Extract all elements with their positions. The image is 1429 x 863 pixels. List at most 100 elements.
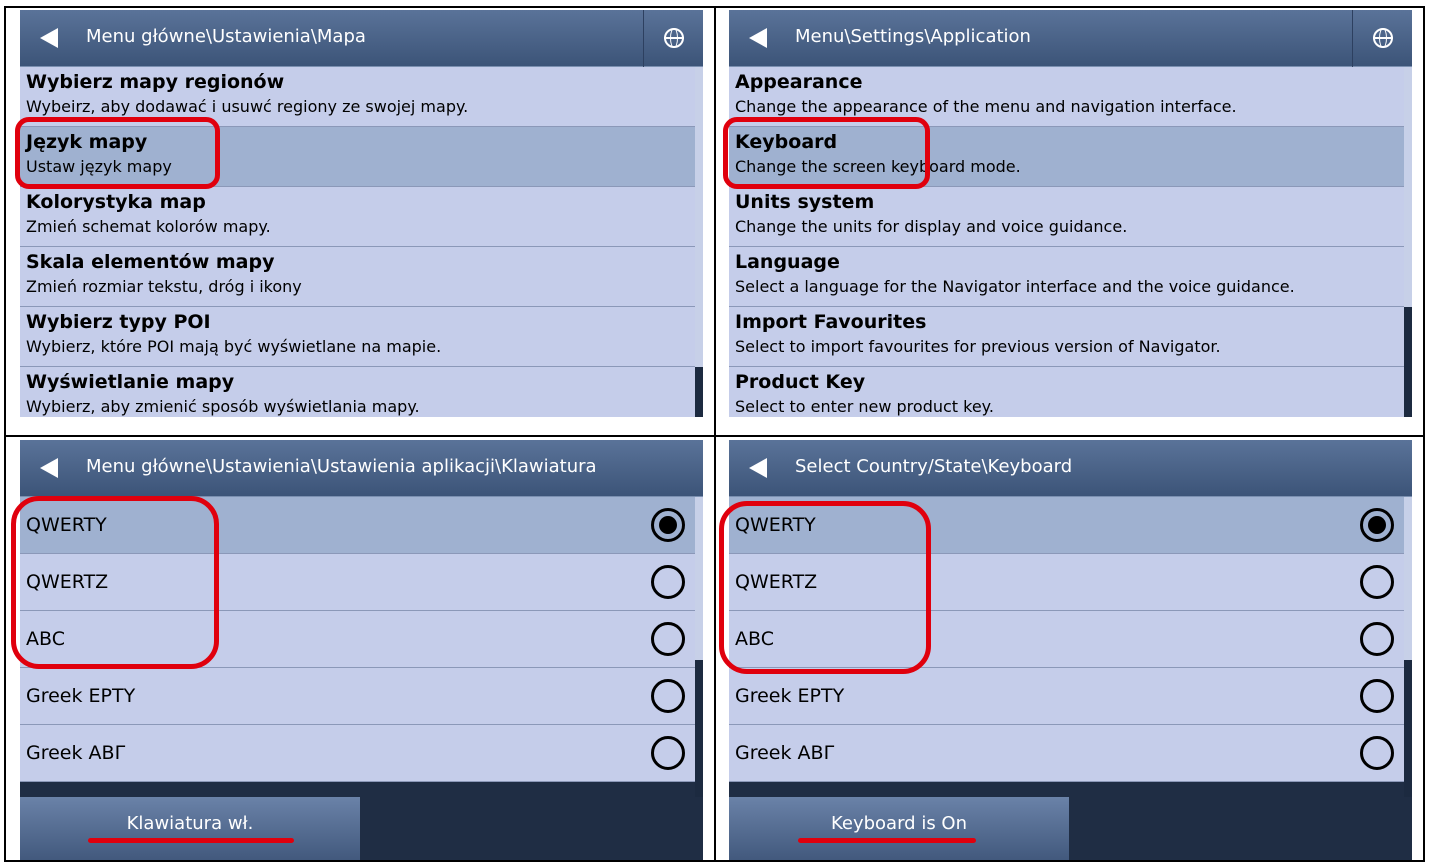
item-subtitle: Select to import favourites for previous… [735, 337, 1221, 356]
title-bar: Menu główne\Ustawienia\Mapa [20, 10, 703, 67]
globe-button[interactable] [643, 10, 703, 67]
keyboard-toggle-label: Klawiatura wł. [126, 813, 254, 834]
panel-keyboard-en: Select Country/State\Keyboard QWERTY QWE… [729, 440, 1412, 860]
list-item-units-system[interactable]: Units system Change the units for display… [729, 187, 1404, 247]
keyboard-toggle-button[interactable]: Keyboard is On [729, 797, 1069, 860]
panel-application-settings-en: Menu\Settings\Application Appearance Chan… [729, 10, 1412, 417]
scrollbar[interactable] [695, 67, 703, 417]
option-label: ABC [26, 628, 65, 650]
keyboard-option-greek-abg[interactable]: Greek ABΓ [20, 725, 695, 782]
option-label: Greek ABΓ [735, 742, 835, 764]
keyboard-option-qwerty[interactable]: QWERTY [20, 497, 695, 554]
radio-unselected-icon[interactable] [1360, 736, 1394, 770]
radio-selected-icon[interactable] [1360, 508, 1394, 542]
list-item-poi-types[interactable]: Wybierz typy POI Wybierz, które POI mają … [20, 307, 695, 367]
underline-keyboard-toggle-pl [88, 838, 294, 843]
list-item-product-key[interactable]: Product Key Select to enter new product k… [729, 367, 1404, 417]
list-item-import-favourites[interactable]: Import Favourites Select to import favour… [729, 307, 1404, 367]
option-label: Greek EPTY [26, 685, 136, 707]
grid-divider-vertical [714, 6, 716, 862]
option-label: Greek ABΓ [26, 742, 126, 764]
radio-unselected-icon[interactable] [1360, 679, 1394, 713]
keyboard-option-greek-abg[interactable]: Greek ABΓ [729, 725, 1404, 782]
bottom-bar: Keyboard is On [729, 797, 1412, 860]
item-title: Wyświetlanie mapy [26, 371, 235, 393]
item-subtitle: Wybierz, które POI mają być wyświetlane … [26, 337, 442, 356]
keyboard-option-qwertz[interactable]: QWERTZ [20, 554, 695, 611]
item-subtitle: Change the appearance of the menu and na… [735, 97, 1237, 116]
breadcrumb: Select Country/State\Keyboard [795, 456, 1073, 477]
keyboard-option-abc[interactable]: ABC [20, 611, 695, 668]
radio-unselected-icon[interactable] [651, 736, 685, 770]
item-title: Język mapy [26, 131, 148, 153]
keyboard-option-greek-epty[interactable]: Greek EPTY [20, 668, 695, 725]
option-label: QWERTY [735, 514, 816, 536]
item-subtitle: Zmień schemat kolorów mapy. [26, 217, 271, 236]
list-item-appearance[interactable]: Appearance Change the appearance of the m… [729, 67, 1404, 127]
item-title: Units system [735, 191, 875, 213]
keyboard-options-list: QWERTY QWERTZ ABC Greek EPTY Greek ABΓ [729, 497, 1404, 782]
item-subtitle: Change the units for display and voice g… [735, 217, 1128, 236]
option-label: QWERTZ [735, 571, 818, 593]
list-item-map-language[interactable]: Język mapy Ustaw język mapy [20, 127, 695, 187]
globe-button[interactable] [1352, 10, 1412, 67]
radio-selected-icon[interactable] [651, 508, 685, 542]
radio-unselected-icon[interactable] [1360, 565, 1394, 599]
list-item-select-region-maps[interactable]: Wybierz mapy regionów Wybeirz, aby dodawa… [20, 67, 695, 127]
panel-keyboard-pl: Menu główne\Ustawienia\Ustawienia aplika… [20, 440, 703, 860]
keyboard-option-qwertz[interactable]: QWERTZ [729, 554, 1404, 611]
radio-unselected-icon[interactable] [1360, 622, 1394, 656]
back-arrow-icon[interactable] [40, 458, 58, 478]
scrollbar[interactable] [1404, 497, 1412, 797]
item-title: Kolorystyka map [26, 191, 206, 213]
item-title: Product Key [735, 371, 866, 393]
radio-unselected-icon[interactable] [651, 622, 685, 656]
back-arrow-icon[interactable] [749, 28, 767, 48]
back-arrow-icon[interactable] [40, 28, 58, 48]
keyboard-option-abc[interactable]: ABC [729, 611, 1404, 668]
scrollbar-thumb[interactable] [695, 497, 703, 660]
grid-divider-horizontal [4, 435, 1425, 437]
item-title: Skala elementów mapy [26, 251, 275, 273]
breadcrumb: Menu główne\Ustawienia\Ustawienia aplika… [86, 456, 597, 477]
list-item-map-scale[interactable]: Skala elementów mapy Zmień rozmiar tekstu… [20, 247, 695, 307]
scrollbar[interactable] [1404, 67, 1412, 417]
keyboard-options-list: QWERTY QWERTZ ABC Greek EPTY Greek ABΓ [20, 497, 695, 782]
scrollbar-thumb[interactable] [1404, 497, 1412, 660]
title-bar: Select Country/State\Keyboard [729, 440, 1412, 497]
radio-unselected-icon[interactable] [651, 679, 685, 713]
item-title: Wybierz typy POI [26, 311, 211, 333]
scrollbar-thumb[interactable] [695, 67, 703, 367]
scrollbar[interactable] [695, 497, 703, 797]
breadcrumb: Menu główne\Ustawienia\Mapa [86, 26, 366, 47]
keyboard-option-greek-epty[interactable]: Greek EPTY [729, 668, 1404, 725]
item-subtitle: Wybierz, aby zmienić sposób wyświetlania… [26, 397, 420, 416]
list-item-map-colors[interactable]: Kolorystyka map Zmień schemat kolorów map… [20, 187, 695, 247]
item-subtitle: Select to enter new product key. [735, 397, 994, 416]
underline-keyboard-toggle-en [798, 838, 976, 843]
radio-unselected-icon[interactable] [651, 565, 685, 599]
keyboard-option-qwerty[interactable]: QWERTY [729, 497, 1404, 554]
item-title: Appearance [735, 71, 863, 93]
keyboard-toggle-button[interactable]: Klawiatura wł. [20, 797, 360, 860]
settings-list: Wybierz mapy regionów Wybeirz, aby dodawa… [20, 67, 695, 417]
option-label: QWERTY [26, 514, 107, 536]
item-subtitle: Ustaw język mapy [26, 157, 172, 176]
option-label: Greek EPTY [735, 685, 845, 707]
scrollbar-thumb[interactable] [1404, 67, 1412, 307]
option-label: QWERTZ [26, 571, 109, 593]
item-title: Keyboard [735, 131, 838, 153]
item-subtitle: Wybeirz, aby dodawać i usuwć regiony ze … [26, 97, 469, 116]
settings-list: Appearance Change the appearance of the m… [729, 67, 1404, 417]
item-title: Import Favourites [735, 311, 927, 333]
list-item-keyboard[interactable]: Keyboard Change the screen keyboard mode. [729, 127, 1404, 187]
item-subtitle: Select a language for the Navigator inte… [735, 277, 1295, 296]
back-arrow-icon[interactable] [749, 458, 767, 478]
keyboard-toggle-label: Keyboard is On [830, 813, 967, 834]
list-item-map-display[interactable]: Wyświetlanie mapy Wybierz, aby zmienić sp… [20, 367, 695, 417]
globe-icon [1373, 28, 1393, 48]
item-title: Wybierz mapy regionów [26, 71, 285, 93]
list-item-language[interactable]: Language Select a language for the Naviga… [729, 247, 1404, 307]
bottom-bar: Klawiatura wł. [20, 797, 703, 860]
title-bar: Menu główne\Ustawienia\Ustawienia aplika… [20, 440, 703, 497]
